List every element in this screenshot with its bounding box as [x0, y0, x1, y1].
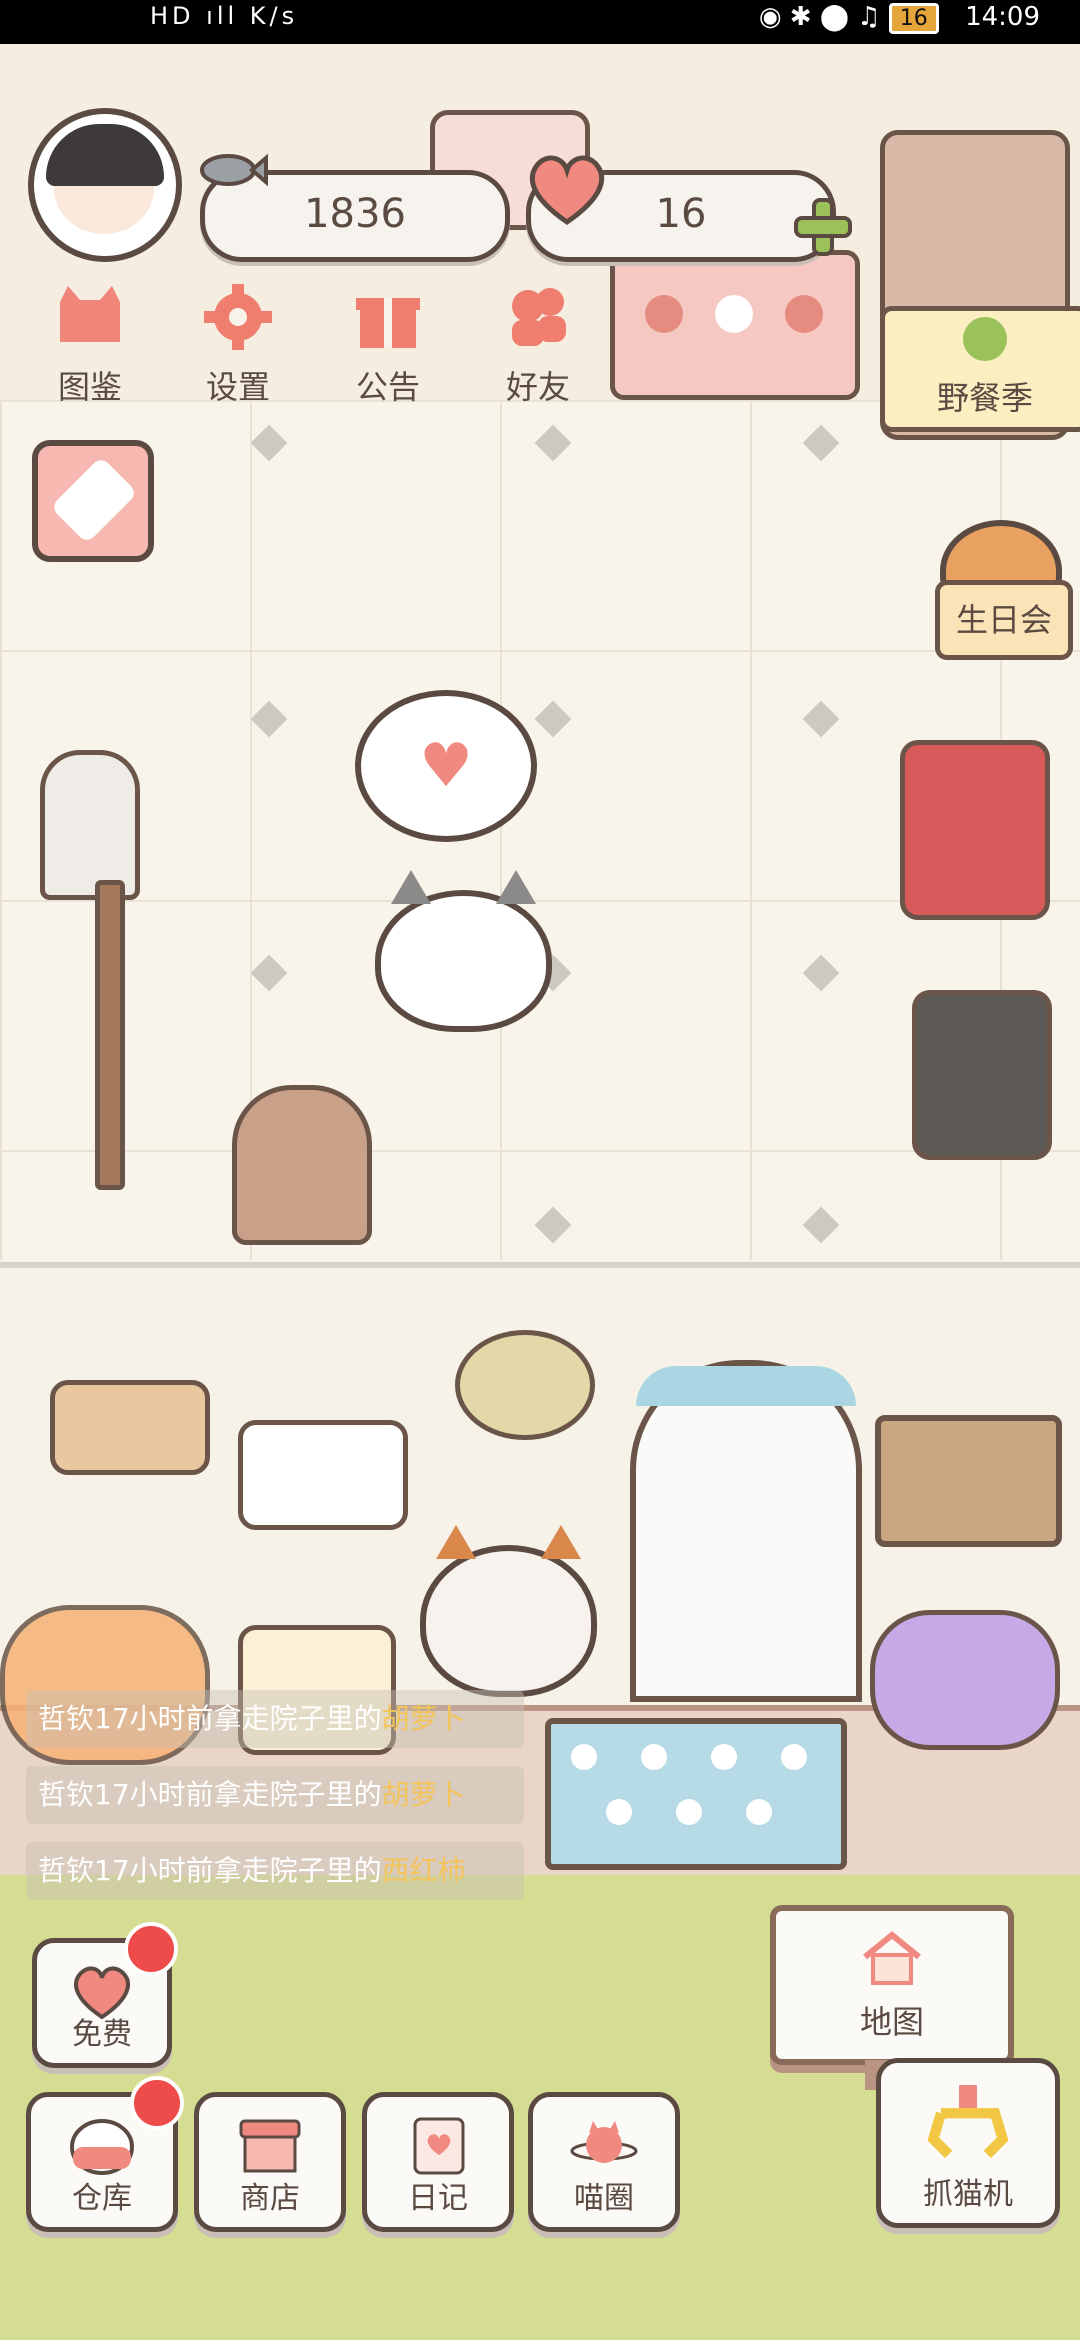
map-button[interactable]: 地图	[770, 1905, 1014, 2065]
polka-rug[interactable]	[545, 1718, 847, 1870]
bluetooth-icon: ✱	[789, 2, 812, 32]
menu-label: 公告	[355, 368, 420, 406]
menu-label: 图鉴	[57, 368, 122, 406]
edit-room-button[interactable]	[32, 440, 154, 562]
menu-announcement[interactable]: 公告	[328, 282, 448, 408]
warehouse-notification-dot	[130, 2076, 184, 2130]
clock: 14:09	[965, 2, 1040, 32]
heart-currency-icon	[529, 155, 605, 226]
meow-circle-button[interactable]: 喵圈	[528, 2092, 680, 2232]
diary-label: 日记	[408, 2181, 468, 2216]
flower-planter[interactable]	[50, 1380, 210, 1475]
warehouse-label: 仓库	[72, 2181, 132, 2216]
picture-frame[interactable]	[875, 1415, 1062, 1547]
status-right: ◉ ✱ ⬤ ♫ 16 14:09	[759, 2, 1040, 34]
claw-machine-label: 抓猫机	[923, 2177, 1013, 2212]
heart-icon: ♥	[419, 731, 473, 801]
hydrangea-pot[interactable]	[870, 1610, 1060, 1750]
shop-label: 商店	[240, 2181, 300, 2216]
menu-friends[interactable]: 好友	[478, 282, 598, 408]
trash-bin[interactable]	[232, 1085, 372, 1245]
friends-icon	[512, 288, 566, 346]
calico-cat[interactable]	[420, 1525, 597, 1697]
battery-indicator: 16	[888, 3, 939, 34]
add-hearts-icon[interactable]	[792, 196, 854, 258]
mute-icon: ♫	[857, 2, 881, 32]
diary-button[interactable]: 日记	[362, 2092, 514, 2232]
heart-speech-bubble[interactable]: ♥	[355, 690, 537, 842]
flower-sign[interactable]	[238, 1420, 408, 1530]
location-icon: ⬤	[819, 2, 849, 32]
picnic-blanket[interactable]	[610, 250, 860, 400]
status-bar: HD ıll K/s ◉ ✱ ⬤ ♫ 16 14:09	[0, 0, 1080, 44]
free-notification-dot	[124, 1922, 178, 1976]
fish-count: 1836	[304, 191, 406, 237]
fish-icon	[200, 153, 268, 187]
diary-icon	[413, 2117, 465, 2175]
picnic-label: 野餐季	[936, 379, 1033, 417]
picnic-event-sign[interactable]: 野餐季	[880, 306, 1080, 432]
rice-bowl-icon	[70, 2119, 134, 2175]
chat-line: 哲钦17小时前拿走院子里的西红柿	[26, 1842, 524, 1900]
menu-collection[interactable]: 图鉴	[30, 282, 150, 408]
arched-door[interactable]	[630, 1360, 862, 1702]
coat-rack-stand[interactable]	[95, 880, 125, 1190]
birthday-label: 生日会	[955, 601, 1052, 639]
teapot-stand[interactable]	[912, 990, 1052, 1160]
menu-label: 好友	[505, 368, 570, 406]
eye-icon: ◉	[758, 2, 782, 32]
coat-rack[interactable]	[40, 750, 140, 900]
shop-button[interactable]: 商店	[194, 2092, 346, 2232]
birthday-event-sign[interactable]: 生日会	[935, 580, 1073, 660]
menu-label: 设置	[205, 368, 270, 406]
free-label: 免费	[72, 2017, 132, 2052]
shop-icon	[239, 2119, 301, 2173]
status-left: HD ıll K/s	[150, 2, 299, 30]
house-icon	[863, 1931, 921, 1985]
map-label: 地图	[859, 2003, 924, 2041]
claw-machine-button[interactable]: 抓猫机	[876, 2058, 1060, 2228]
hanging-basket[interactable]	[455, 1330, 595, 1440]
meow-circle-label: 喵圈	[574, 2181, 634, 2216]
apple-icon	[963, 317, 1007, 361]
player-avatar[interactable]	[28, 108, 182, 262]
chat-line: 哲钦17小时前拿走院子里的胡萝卜	[26, 1690, 524, 1748]
claw-icon	[927, 2085, 1009, 2159]
chat-line: 哲钦17小时前拿走院子里的胡萝卜	[26, 1766, 524, 1824]
gray-white-cat[interactable]	[375, 870, 552, 1032]
gift-icon	[356, 298, 420, 348]
gear-icon	[204, 284, 272, 350]
cat-book-icon	[60, 286, 120, 342]
menu-settings[interactable]: 设置	[178, 282, 298, 408]
ice-shaver[interactable]	[900, 740, 1050, 920]
cat-planet-icon	[570, 2121, 638, 2163]
